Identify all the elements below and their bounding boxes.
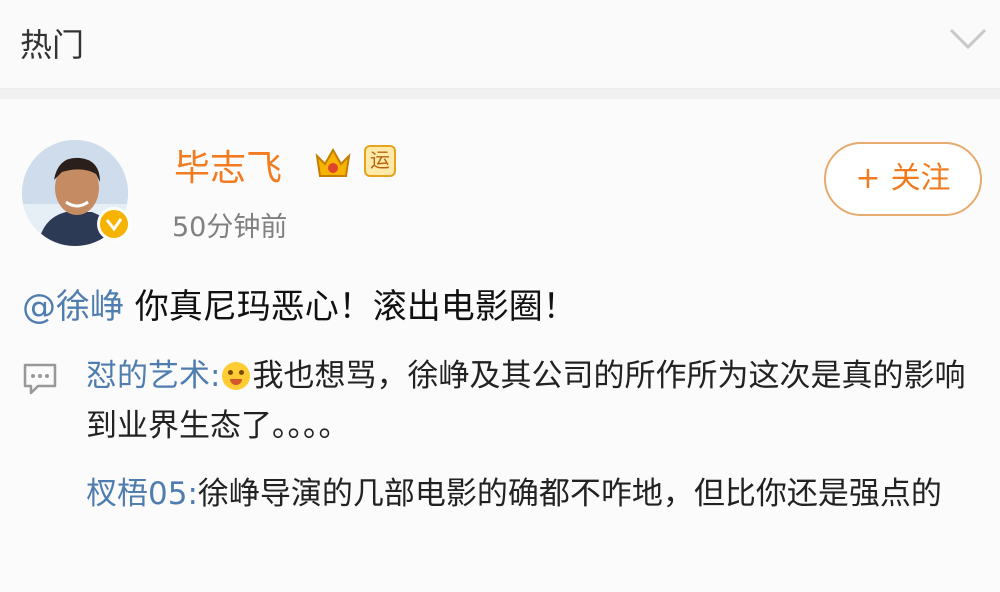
chevron-down-icon[interactable] [948, 26, 988, 52]
member-badge: 运 [364, 145, 396, 177]
post-text: 你真尼玛恶心！滚出电影圈！ [124, 287, 577, 327]
comment-item: 怼的艺术: 我也想骂，徐峥及其公司的所作所为这次是真的影响到业界生态了。。。。 [86, 351, 986, 451]
follow-button[interactable]: + 关注 [824, 142, 982, 216]
crown-icon [315, 147, 351, 177]
post-author-name[interactable]: 毕志飞 [174, 139, 282, 191]
emoji-icon [222, 362, 251, 390]
comment-author[interactable]: 杈梧05: [86, 476, 198, 512]
post-card: 毕志飞 运 50分钟前 + 关注 @徐峥 你真尼玛恶心！滚出电影圈！ 怼的艺术: 我… [0, 99, 1000, 592]
comment-author[interactable]: 怼的艺术: [86, 358, 220, 394]
comment-text: 徐峥导演的几部电影的确都不咋地，但比你还是强点的 [197, 476, 942, 512]
feed-header: 热门 [0, 0, 1000, 89]
verified-icon [97, 207, 131, 241]
plus-icon: + [855, 161, 881, 196]
header-title: 热门 [20, 26, 85, 64]
mention-link[interactable]: @徐峥 [22, 287, 124, 327]
divider [0, 89, 1000, 99]
comment-item: 杈梧05:徐峥导演的几部电影的确都不咋地，但比你还是强点的 [86, 469, 986, 519]
post-timestamp: 50分钟前 [172, 212, 288, 243]
comment-icon[interactable] [22, 362, 58, 396]
post-body: @徐峥 你真尼玛恶心！滚出电影圈！ [22, 279, 577, 328]
follow-label: 关注 [890, 161, 951, 196]
